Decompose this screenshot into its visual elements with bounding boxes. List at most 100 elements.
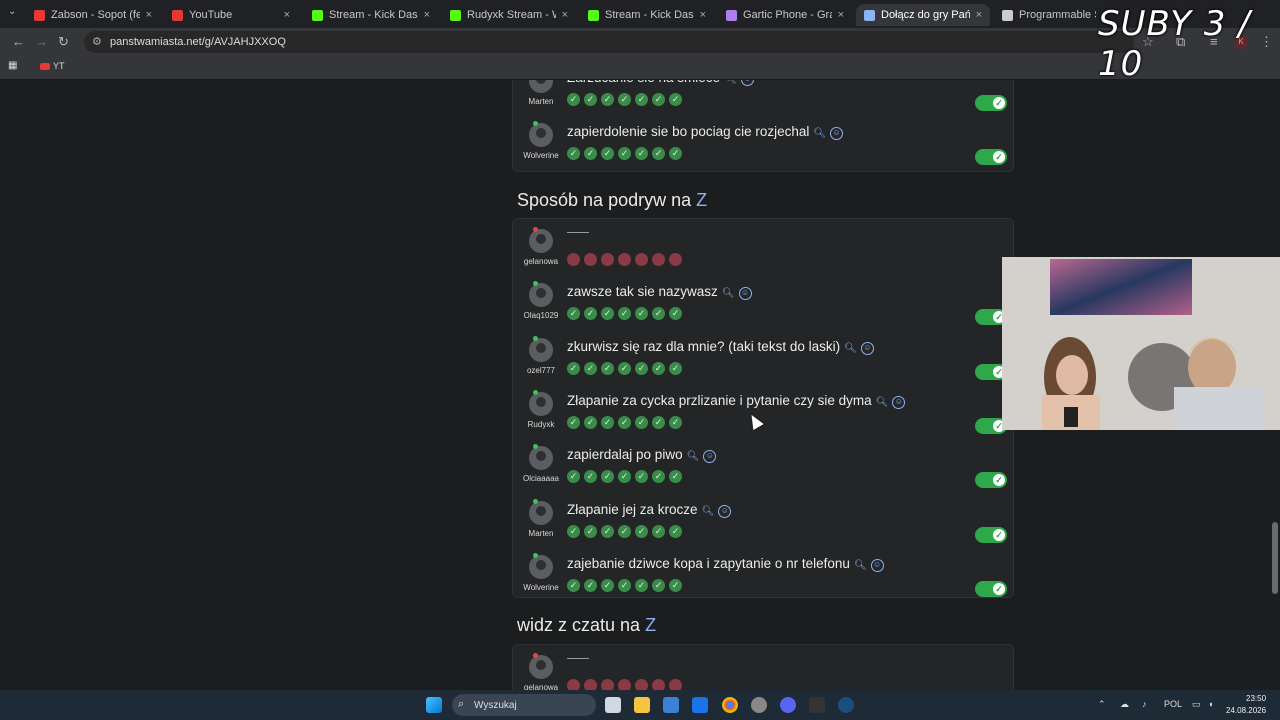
browser-tab[interactable]: Rudyxk Stream - Watch L ×	[442, 4, 576, 26]
start-windows-icon[interactable]	[426, 697, 442, 713]
vote-accepted-icon[interactable]: ✓	[567, 93, 580, 106]
search-icon[interactable]: 🔍︎	[722, 288, 735, 299]
microphone-icon[interactable]: ♪	[1142, 699, 1147, 709]
search-icon[interactable]: 🔍︎	[702, 506, 715, 517]
vote-accepted-icon[interactable]: ✓	[618, 147, 631, 160]
vote-accepted-icon[interactable]: ✓	[652, 578, 665, 592]
vote-rejected-icon[interactable]: ✓	[635, 253, 648, 266]
accept-toggle[interactable]	[975, 526, 1007, 543]
discord-icon[interactable]	[780, 697, 796, 713]
vote-accepted-icon[interactable]: ✓	[669, 361, 682, 375]
vote-rejected-icon[interactable]: ✓	[601, 679, 614, 690]
react-emoji-icon[interactable]: ☺	[740, 80, 754, 86]
epic-games-icon[interactable]	[809, 697, 825, 713]
vote-accepted-icon[interactable]: ✓	[567, 361, 580, 375]
system-clock[interactable]: 23:50 24.08.2026	[1226, 693, 1266, 717]
vote-rejected-icon[interactable]: ✓	[652, 253, 665, 266]
vote-accepted-icon[interactable]: ✓	[584, 307, 597, 321]
vote-accepted-icon[interactable]: ✓	[584, 147, 597, 160]
vote-accepted-icon[interactable]: ✓	[567, 147, 580, 160]
vote-rejected-icon[interactable]: ✓	[652, 679, 665, 690]
vote-accepted-icon[interactable]: ✓	[652, 307, 665, 321]
browser-tab[interactable]: Stream - Kick Dashboard ×	[304, 4, 438, 26]
vote-accepted-icon[interactable]: ✓	[652, 147, 665, 160]
search-icon[interactable]: 🔍︎	[687, 451, 700, 462]
tab-close-icon[interactable]: ×	[562, 9, 568, 21]
vote-accepted-icon[interactable]: ✓	[669, 415, 682, 429]
taskbar-search[interactable]: ⌕ Wyszukaj	[452, 694, 596, 716]
browser-tab[interactable]: Stream - Kick Dashboard ×	[580, 4, 714, 26]
vote-rejected-icon[interactable]: ✓	[618, 679, 631, 690]
tab-close-icon[interactable]: ×	[284, 9, 290, 21]
tab-close-icon[interactable]: ×	[424, 9, 430, 21]
browser-tab[interactable]: YouTube ×	[164, 4, 298, 26]
vote-rejected-icon[interactable]: ✓	[669, 253, 682, 266]
vote-accepted-icon[interactable]: ✓	[669, 147, 682, 160]
tab-search-icon[interactable]: ⌄	[8, 6, 16, 17]
vote-accepted-icon[interactable]: ✓	[618, 361, 631, 375]
vote-accepted-icon[interactable]: ✓	[652, 93, 665, 106]
address-bar[interactable]: ⚙ panstwamiasta.net/g/AVJAHJXXOQ	[84, 31, 1134, 53]
vote-accepted-icon[interactable]: ✓	[652, 361, 665, 375]
vote-accepted-icon[interactable]: ✓	[618, 470, 631, 484]
language-indicator[interactable]: POL	[1164, 699, 1182, 709]
tray-chevron-icon[interactable]: ⌃	[1098, 699, 1106, 710]
network-icon[interactable]: ▭	[1192, 699, 1201, 710]
vote-accepted-icon[interactable]: ✓	[652, 415, 665, 429]
mail-icon[interactable]	[692, 697, 708, 713]
bookmark-yt[interactable]: YT	[53, 61, 65, 71]
vote-accepted-icon[interactable]: ✓	[601, 578, 614, 592]
search-icon[interactable]: 🔍︎	[813, 128, 826, 139]
vote-accepted-icon[interactable]: ✓	[635, 578, 648, 592]
forward-icon[interactable]: →	[35, 34, 48, 49]
vote-rejected-icon[interactable]: ✓	[618, 253, 631, 266]
vote-accepted-icon[interactable]: ✓	[584, 361, 597, 375]
vote-accepted-icon[interactable]: ✓	[618, 415, 631, 429]
vote-accepted-icon[interactable]: ✓	[584, 578, 597, 592]
vote-rejected-icon[interactable]: ✓	[567, 679, 580, 690]
volume-icon[interactable]: ◖	[1208, 699, 1213, 709]
react-emoji-icon[interactable]: ☺	[830, 127, 844, 140]
accept-toggle[interactable]	[975, 149, 1007, 165]
vote-accepted-icon[interactable]: ✓	[635, 147, 648, 160]
browser-tab[interactable]: Programmable Search E	[994, 4, 1104, 26]
back-icon[interactable]: ←	[12, 34, 25, 49]
vote-accepted-icon[interactable]: ✓	[567, 307, 580, 321]
browser-tab[interactable]: Zabson - Sopot (feat. ×	[26, 4, 160, 26]
vote-accepted-icon[interactable]: ✓	[635, 93, 648, 106]
vote-accepted-icon[interactable]: ✓	[601, 93, 614, 106]
vote-accepted-icon[interactable]: ✓	[584, 93, 597, 106]
vote-accepted-icon[interactable]: ✓	[584, 470, 597, 484]
vote-accepted-icon[interactable]: ✓	[652, 524, 665, 538]
reload-icon[interactable]: ↻	[58, 34, 69, 50]
search-icon[interactable]: 🔍︎	[876, 397, 889, 408]
steam-icon[interactable]	[838, 697, 854, 713]
browser-tab[interactable]: Dołącz do gry Państwa M ×	[856, 4, 990, 26]
vote-accepted-icon[interactable]: ✓	[618, 578, 631, 592]
vote-accepted-icon[interactable]: ✓	[567, 470, 580, 484]
react-emoji-icon[interactable]: ☺	[870, 558, 884, 572]
search-icon[interactable]: 🔍︎	[854, 560, 867, 571]
site-info-icon[interactable]: ⚙	[92, 35, 102, 48]
search-icon[interactable]: 🔍︎	[844, 343, 857, 354]
accept-toggle[interactable]	[975, 472, 1007, 489]
accept-toggle[interactable]	[975, 95, 1007, 111]
vote-rejected-icon[interactable]: ✓	[584, 679, 597, 690]
vote-accepted-icon[interactable]: ✓	[652, 470, 665, 484]
file-explorer-icon[interactable]	[634, 697, 650, 713]
vote-accepted-icon[interactable]: ✓	[669, 470, 682, 484]
vote-rejected-icon[interactable]: ✓	[601, 253, 614, 266]
task-view-icon[interactable]	[605, 697, 621, 713]
vote-accepted-icon[interactable]: ✓	[601, 361, 614, 375]
react-emoji-icon[interactable]: ☺	[738, 287, 752, 301]
react-emoji-icon[interactable]: ☺	[718, 504, 732, 518]
vote-accepted-icon[interactable]: ✓	[601, 307, 614, 321]
vote-accepted-icon[interactable]: ✓	[669, 307, 682, 321]
onedrive-icon[interactable]: ☁	[1120, 699, 1129, 710]
tab-close-icon[interactable]: ×	[976, 9, 982, 21]
vote-accepted-icon[interactable]: ✓	[567, 524, 580, 538]
vote-accepted-icon[interactable]: ✓	[567, 415, 580, 429]
vote-accepted-icon[interactable]: ✓	[584, 415, 597, 429]
browser-tab[interactable]: Gartic Phone - Gra w głuc ×	[718, 4, 852, 26]
vote-rejected-icon[interactable]: ✓	[669, 679, 682, 690]
